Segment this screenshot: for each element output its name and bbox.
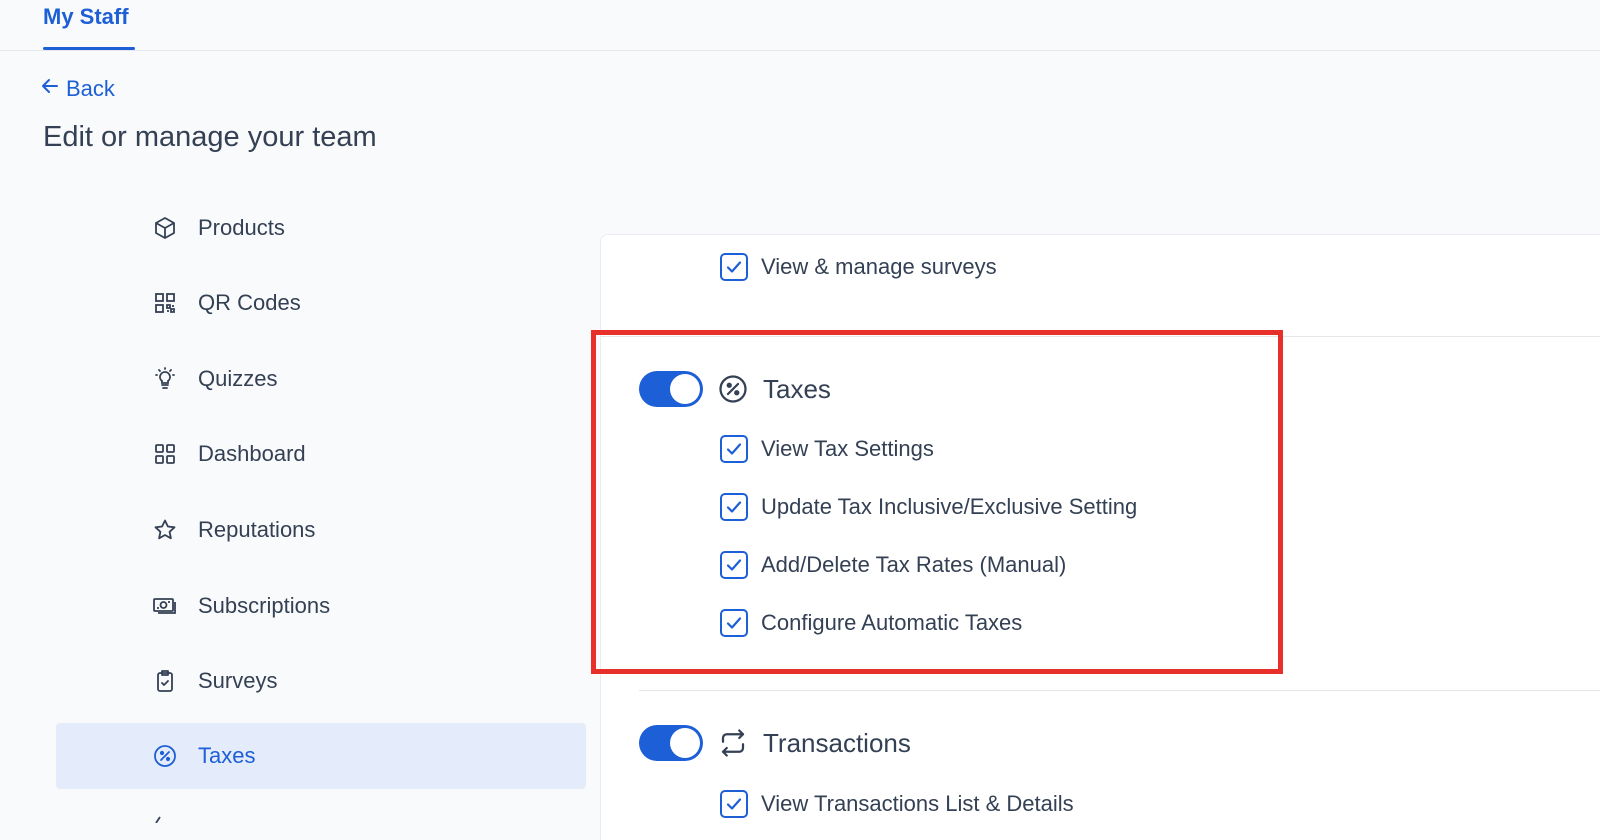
sidebar-item-label: Products [198,215,285,240]
checkbox-checked[interactable] [720,790,748,818]
back-label: Back [66,76,115,101]
permissions-panel: View & manage surveys Taxes View Tax Set… [600,234,1600,840]
checkbox-checked[interactable] [720,493,748,521]
star-icon [152,517,178,543]
checkbox-checked[interactable] [720,435,748,463]
toggle-knob [670,728,700,758]
permissions-sidebar: Products QR Codes Quizzes Dashboard Repu… [56,206,586,840]
section-divider [601,336,1600,337]
permission-label: Configure Automatic Taxes [761,610,1023,635]
permission-label: Update Tax Inclusive/Exclusive Setting [761,494,1138,519]
sidebar-item-reputations[interactable]: Reputations [56,497,586,563]
check-icon [726,501,742,513]
section-divider [639,690,1600,691]
permission-view-transactions-list[interactable]: View Transactions List & Details [720,790,1074,818]
check-icon [726,617,742,629]
money-icon [152,593,178,619]
checkbox-checked[interactable] [720,551,748,579]
percent-circle-icon [717,373,749,405]
toggle-knob [670,374,700,404]
permission-label: View Tax Settings [761,436,934,461]
sidebar-item-qr-codes[interactable]: QR Codes [56,270,586,336]
sidebar-item-subscriptions[interactable]: Subscriptions [56,573,586,639]
permission-label: Add/Delete Tax Rates (Manual) [761,552,1067,577]
permission-add-delete-tax-rates[interactable]: Add/Delete Tax Rates (Manual) [720,551,1066,579]
grid-icon [152,441,178,467]
permission-view-tax-settings[interactable]: View Tax Settings [720,435,934,463]
permission-label: View Transactions List & Details [761,791,1074,816]
sidebar-item-surveys[interactable]: Surveys [56,648,586,714]
percent-circle-icon [152,743,178,769]
qr-code-icon [152,290,178,316]
sidebar-item-label: Quizzes [198,366,278,391]
checkbox-checked[interactable] [720,609,748,637]
transactions-toggle[interactable] [639,725,703,761]
sidebar-item-label: QR Codes [198,290,301,315]
sidebar-item-taxes[interactable]: Taxes [56,723,586,789]
sidebar-item-label: Taxes [198,743,256,768]
taxes-section-header: Taxes [639,371,831,407]
box-icon [152,215,178,241]
check-icon [726,261,742,273]
transactions-section-title: Transactions [763,727,911,758]
transactions-section-header: Transactions [639,725,911,761]
sidebar-item-label: Dashboard [198,441,306,466]
arrow-left-icon [40,76,60,102]
sidebar-item-products[interactable]: Products [56,206,586,261]
back-link[interactable]: Back [40,74,115,104]
sidebar-next-item-icon [152,810,172,824]
taxes-section-title: Taxes [763,373,831,404]
clipboard-check-icon [152,668,178,694]
sidebar-item-quizzes[interactable]: Quizzes [56,346,586,412]
sidebar-item-label: Subscriptions [198,593,331,618]
check-icon [726,559,742,571]
page-title: Edit or manage your team [43,121,377,153]
sidebar-item-dashboard[interactable]: Dashboard [56,421,586,487]
check-icon [726,798,742,810]
refresh-arrows-icon [717,727,749,759]
sidebar-item-label: Surveys [198,668,278,693]
sidebar-item-label: Reputations [198,517,316,542]
permission-view-manage-surveys[interactable]: View & manage surveys [720,253,997,281]
tab-active-indicator [43,47,135,50]
tab-my-staff[interactable]: My Staff [43,4,129,30]
checkbox-checked[interactable] [720,253,748,281]
permission-update-tax-inclusive-exclusive[interactable]: Update Tax Inclusive/Exclusive Setting [720,493,1137,521]
permission-configure-automatic-taxes[interactable]: Configure Automatic Taxes [720,609,1022,637]
taxes-toggle[interactable] [639,371,703,407]
top-tab-bar: My Staff [0,0,1600,51]
lightbulb-icon [152,366,178,392]
permission-label: View & manage surveys [761,254,997,279]
check-icon [726,443,742,455]
